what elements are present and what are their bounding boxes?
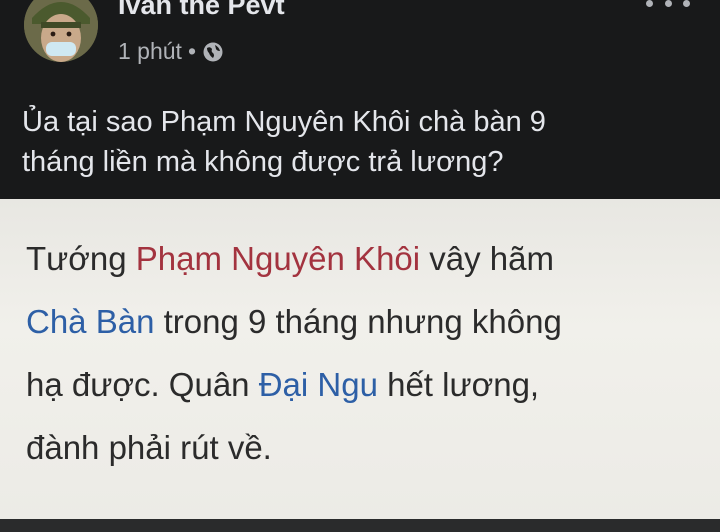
- author-avatar[interactable]: [24, 0, 98, 62]
- quote-line: Tướng Phạm Nguyên Khôi vây hãm: [26, 227, 716, 290]
- globe-icon: [202, 41, 224, 63]
- quote-text-segment: Tướng: [26, 240, 136, 277]
- quote-line: đành phải rút về.: [26, 416, 716, 479]
- more-dot: [683, 0, 690, 7]
- more-dot: [664, 0, 672, 7]
- author-name[interactable]: Ivan the Pevt: [118, 0, 285, 21]
- quote-text-segment: hết lương,: [377, 366, 540, 403]
- post-header: Ivan the Pevt 1 phút •: [0, 0, 720, 80]
- meta-separator: •: [187, 38, 197, 64]
- post-text-line: Ủa tại sao Phạm Nguyên Khôi chà bàn 9: [22, 106, 546, 138]
- post-text: Ủa tại sao Phạm Nguyên Khôi chà bàn 9 th…: [22, 102, 702, 182]
- quote-text-segment: trong 9 tháng nhưng không: [154, 303, 562, 340]
- post-bottom-edge: [0, 519, 720, 532]
- post-meta: 1 phút •: [118, 38, 224, 65]
- wiki-link-general: Phạm Nguyên Khôi: [135, 240, 421, 277]
- more-dot: [646, 0, 653, 7]
- post-text-line: tháng liền mà không được trả lương?: [22, 146, 504, 178]
- quote-line: Chà Bàn trong 9 tháng nhưng không: [26, 290, 716, 353]
- wiki-link-cha-ban: Chà Bàn: [26, 303, 155, 340]
- avatar-image: [24, 0, 98, 62]
- quote-line: hạ được. Quân Đại Ngu hết lương,: [26, 353, 716, 416]
- wiki-link-dai-ngu: Đại Ngu: [258, 366, 378, 403]
- quote-text-segment: hạ được. Quân: [26, 366, 259, 403]
- quote-text-segment: vây hãm: [420, 240, 554, 277]
- attached-photo[interactable]: Tướng Phạm Nguyên Khôi vây hãm Chà Bàn t…: [0, 199, 720, 519]
- more-options-icon[interactable]: [646, 0, 690, 10]
- quote-text-segment: đành phải rút về.: [26, 429, 272, 466]
- post-timestamp[interactable]: 1 phút: [118, 38, 182, 65]
- quote-text: Tướng Phạm Nguyên Khôi vây hãm Chà Bàn t…: [26, 227, 716, 479]
